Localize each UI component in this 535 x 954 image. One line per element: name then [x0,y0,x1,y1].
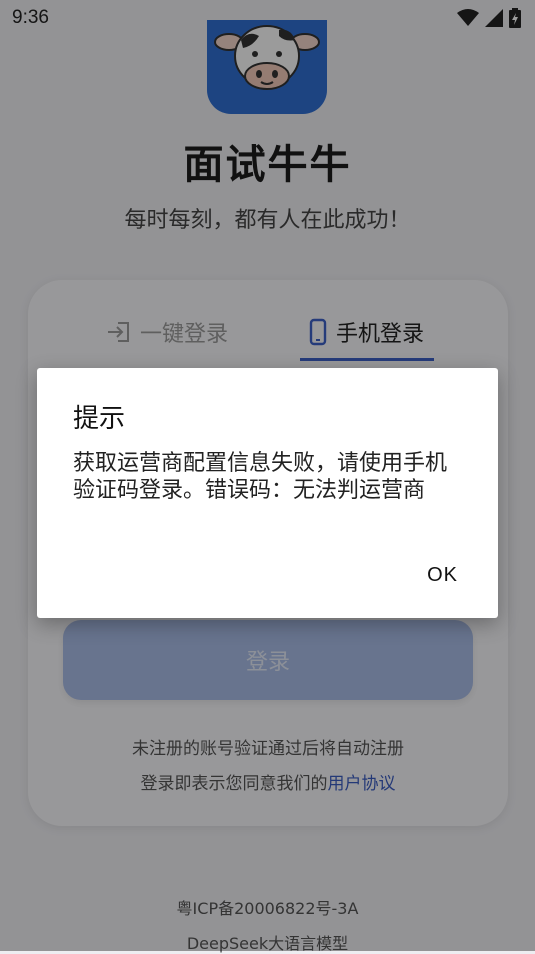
dialog-title: 提示 [73,404,126,434]
dialog-message: 获取运营商配置信息失败，请使用手机验证码登录。错误码：无法判运营商 [73,451,448,503]
ok-button[interactable]: OK [427,564,458,587]
alert-dialog: 提示 获取运营商配置信息失败，请使用手机验证码登录。错误码：无法判运营商 OK [37,368,498,618]
